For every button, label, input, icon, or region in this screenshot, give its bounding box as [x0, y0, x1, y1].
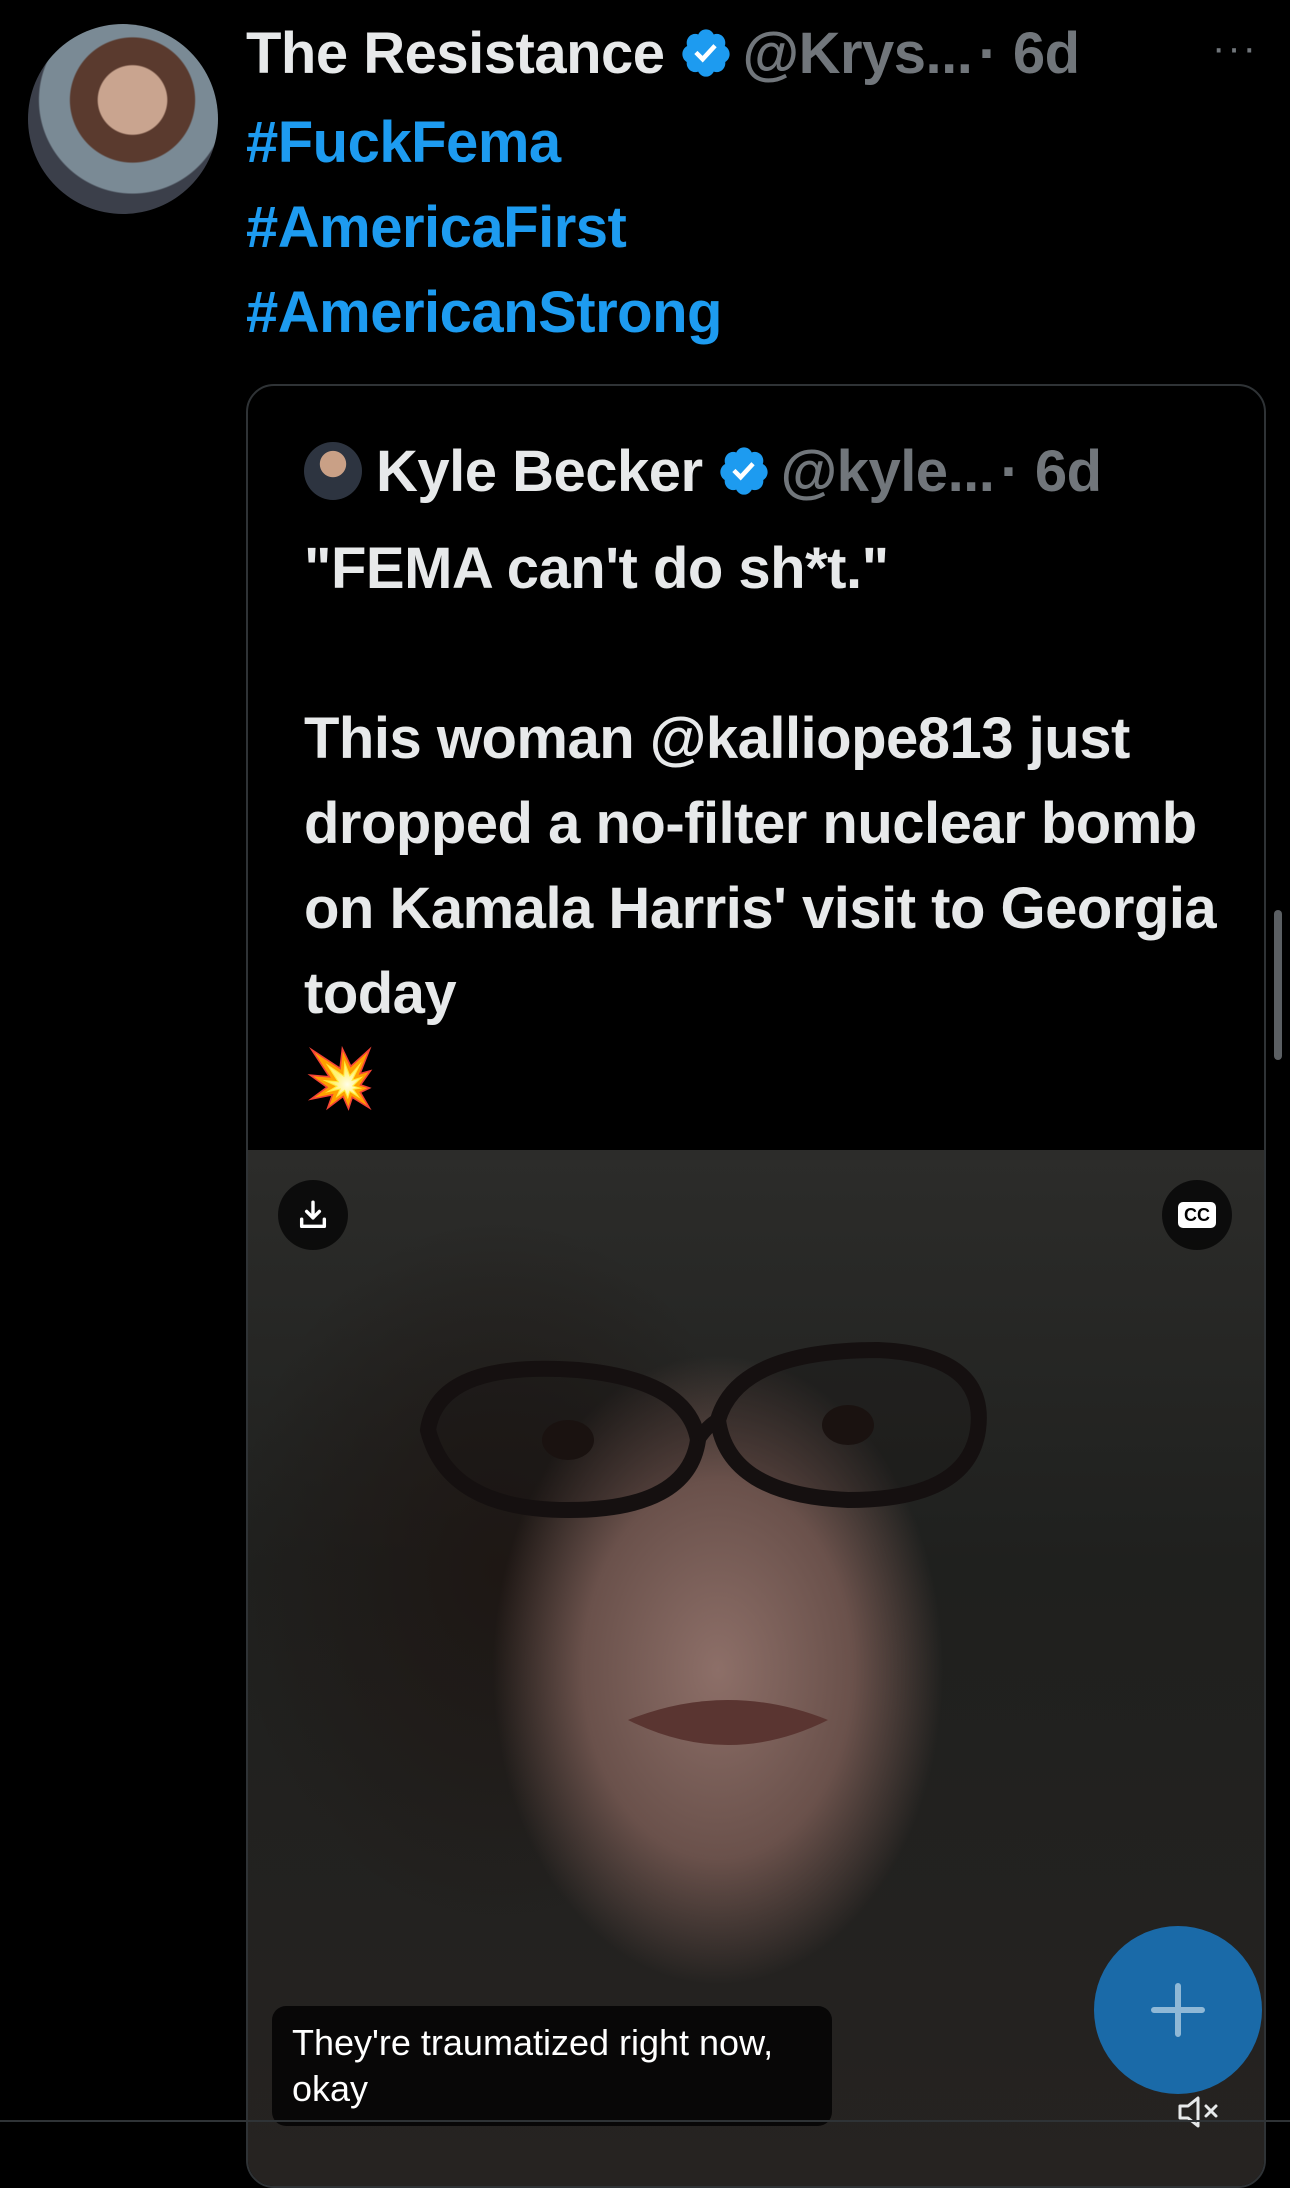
quoted-post-line: This woman @kalliope813 just dropped a n…	[304, 706, 1217, 1026]
author-handle[interactable]: @Krys...	[743, 20, 973, 87]
video-caption: They're traumatized right now, okay	[272, 2006, 832, 2126]
post-header: The Resistance @Krys... · 6d ···	[246, 18, 1290, 88]
quoted-author-display-name: Kyle Becker	[376, 438, 703, 504]
compose-post-button[interactable]	[1094, 1926, 1262, 2094]
plus-icon	[1151, 1983, 1205, 2037]
captions-button[interactable]: CC	[1162, 1180, 1232, 1250]
hashtag-link[interactable]: #FuckFema	[246, 100, 722, 185]
mouth-shape	[628, 1700, 828, 1745]
quoted-post-card[interactable]: Kyle Becker @kyle... · 6d "FEMA can't do…	[246, 384, 1266, 2188]
quoted-post-header: Kyle Becker @kyle... · 6d	[304, 436, 1224, 506]
post-timestamp[interactable]: · 6d	[978, 20, 1080, 87]
download-button[interactable]	[278, 1180, 348, 1250]
collision-emoji: 💥	[304, 1046, 376, 1111]
hashtag-link[interactable]: #AmericaFirst	[246, 185, 722, 270]
muted-speaker-icon[interactable]	[1176, 2092, 1224, 2132]
author-display-name[interactable]: The Resistance	[246, 20, 665, 87]
quoted-author-handle: @kyle...	[780, 438, 995, 504]
quoted-author-avatar	[304, 442, 362, 500]
more-options-icon[interactable]: ···	[1212, 26, 1258, 71]
video-frame-glasses	[419, 1341, 987, 1519]
scrollbar[interactable]	[1274, 910, 1282, 1060]
verified-badge-icon	[719, 447, 768, 495]
quoted-post-text: "FEMA can't do sh*t." This woman @kallio…	[304, 526, 1234, 1121]
cc-icon: CC	[1178, 1202, 1216, 1228]
author-avatar[interactable]	[28, 24, 218, 214]
quoted-post-timestamp: · 6d	[1000, 438, 1102, 504]
bottom-divider	[0, 2120, 1290, 2122]
post-hashtags: #FuckFema #AmericaFirst #AmericanStrong	[246, 100, 722, 355]
verified-badge-icon	[681, 29, 730, 77]
quoted-post-line: "FEMA can't do sh*t."	[304, 536, 889, 601]
download-icon	[299, 1200, 327, 1229]
hashtag-link[interactable]: #AmericanStrong	[246, 270, 722, 355]
